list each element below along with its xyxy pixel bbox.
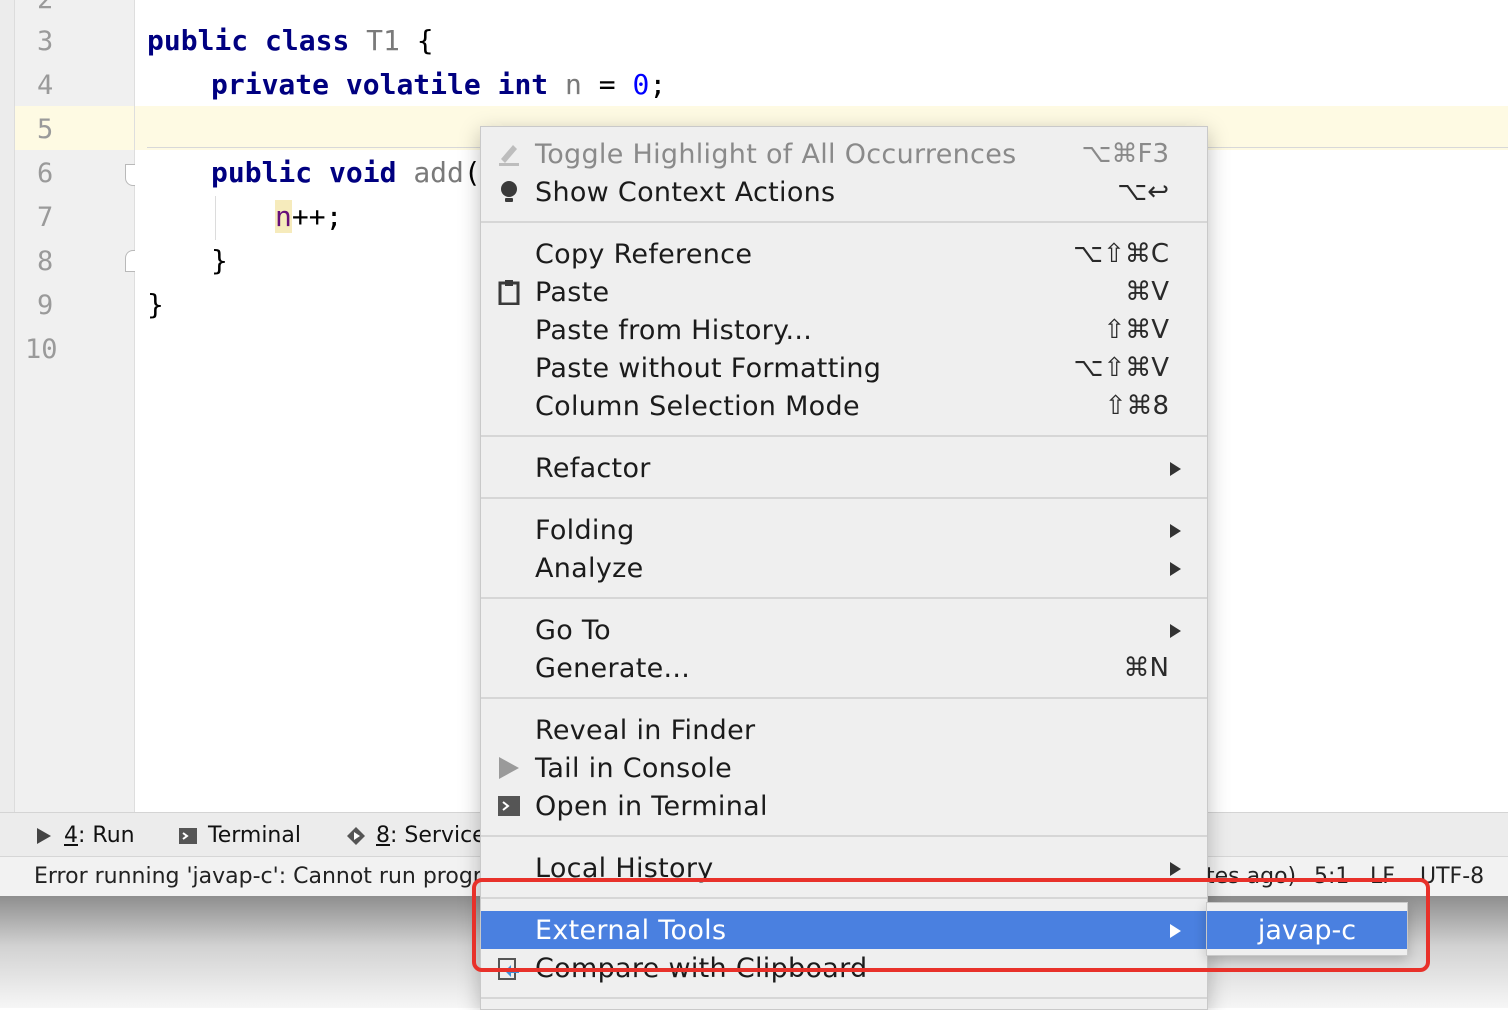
menu-item-label: Folding [535, 515, 635, 546]
menu-item-label: Analyze [535, 553, 644, 584]
code-line-8: } [211, 244, 228, 277]
menu-item-label: Generate... [535, 653, 691, 684]
menu-item-generate[interactable]: Generate... ⌘N [481, 649, 1207, 687]
menu-item-label: Go To [535, 615, 611, 646]
highlight-annotation-box [472, 878, 1430, 972]
menu-item-analyze[interactable]: Analyze [481, 549, 1207, 587]
code-line-6: public void add() [211, 156, 498, 189]
services-tool-label: 8: Service [376, 823, 486, 848]
menu-separator [481, 697, 1207, 699]
line-number: 8 [37, 246, 54, 277]
menu-item-paste-from-history[interactable]: Paste from History... ⇧⌘V [481, 311, 1207, 349]
submenu-arrow-icon [1170, 524, 1181, 538]
menu-item-shortcut: ⇧⌘8 [1104, 391, 1169, 421]
menu-item-shortcut: ⇧⌘V [1103, 315, 1169, 345]
submenu-arrow-icon [1170, 562, 1181, 576]
menu-item-folding[interactable]: Folding [481, 511, 1207, 549]
menu-item-shortcut: ⌘N [1123, 653, 1169, 683]
play-icon [499, 757, 519, 779]
terminal-icon [498, 796, 520, 816]
lightbulb-icon [501, 181, 517, 202]
menu-separator [481, 835, 1207, 837]
menu-separator [481, 435, 1207, 437]
menu-item-shortcut: ⌥↩ [1117, 177, 1169, 207]
menu-item-label: Toggle Highlight of All Occurrences [535, 139, 1017, 170]
submenu-arrow-icon [1170, 462, 1181, 476]
menu-item-label: Show Context Actions [535, 177, 836, 208]
menu-item-label: Refactor [535, 453, 651, 484]
menu-item-shortcut: ⌥⇧⌘C [1073, 239, 1169, 269]
terminal-tool-label: Terminal [208, 823, 301, 848]
menu-item-column-selection-mode[interactable]: Column Selection Mode ⇧⌘8 [481, 387, 1207, 425]
menu-item-toggle-highlight[interactable]: Toggle Highlight of All Occurrences ⌥⌘F3 [481, 135, 1207, 173]
menu-item-shortcut: ⌘V [1125, 277, 1169, 307]
code-line-9: } [147, 288, 164, 321]
run-tool-button[interactable]: 4: Run [34, 823, 135, 848]
gutter-numbers: 5 6 7 8 9 10 [15, 0, 134, 812]
menu-item-label: Paste without Formatting [535, 353, 882, 384]
submenu-arrow-icon [1170, 624, 1181, 638]
code-line-3: public class T1 { [147, 24, 434, 57]
menu-item-label: Open in Terminal [535, 791, 768, 822]
menu-item-shortcut: ⌥⇧⌘V [1073, 353, 1169, 383]
line-number: 10 [25, 334, 58, 365]
code-line-4: private volatile int n = 0; [211, 68, 667, 101]
run-tool-label: 4: Run [64, 823, 135, 848]
menu-item-show-context-actions[interactable]: Show Context Actions ⌥↩ [481, 173, 1207, 211]
menu-item-paste[interactable]: Paste ⌘V [481, 273, 1207, 311]
submenu-arrow-icon [1170, 862, 1181, 876]
menu-item-label: Paste from History... [535, 315, 813, 346]
menu-separator [481, 497, 1207, 499]
menu-separator [481, 997, 1207, 999]
menu-item-label: Copy Reference [535, 239, 753, 270]
status-message[interactable]: Error running 'javap-c': Cannot run prog… [34, 864, 495, 889]
tool-window-strip [0, 0, 15, 812]
terminal-icon [179, 827, 197, 844]
menu-item-reveal-in-finder[interactable]: Reveal in Finder [481, 711, 1207, 749]
menu-separator [481, 221, 1207, 223]
menu-separator [481, 597, 1207, 599]
menu-item-label: Paste [535, 277, 610, 308]
services-tool-button[interactable]: 8: Service [346, 823, 486, 848]
menu-item-label: Reveal in Finder [535, 715, 756, 746]
services-icon [347, 826, 365, 845]
menu-item-refactor[interactable]: Refactor [481, 449, 1207, 487]
highlight-icon [499, 145, 519, 166]
menu-item-label: Tail in Console [535, 753, 733, 784]
menu-item-paste-without-formatting[interactable]: Paste without Formatting ⌥⇧⌘V [481, 349, 1207, 387]
menu-item-shortcut: ⌥⌘F3 [1081, 139, 1169, 169]
menu-item-open-in-terminal[interactable]: Open in Terminal [481, 787, 1207, 825]
menu-item-copy-reference[interactable]: Copy Reference ⌥⇧⌘C [481, 235, 1207, 273]
code-line-7: n++; [275, 200, 343, 233]
line-number: 5 [37, 114, 54, 145]
menu-item-label: Column Selection Mode [535, 391, 860, 422]
line-number: 7 [37, 202, 54, 233]
menu-item-tail-in-console[interactable]: Tail in Console [481, 749, 1207, 787]
indent-guide [215, 196, 216, 240]
line-number: 9 [37, 290, 54, 321]
line-number: 6 [37, 158, 54, 189]
terminal-tool-button[interactable]: Terminal [178, 823, 301, 848]
clipboard-icon [498, 280, 520, 305]
play-icon [37, 827, 51, 844]
menu-item-go-to[interactable]: Go To [481, 611, 1207, 649]
